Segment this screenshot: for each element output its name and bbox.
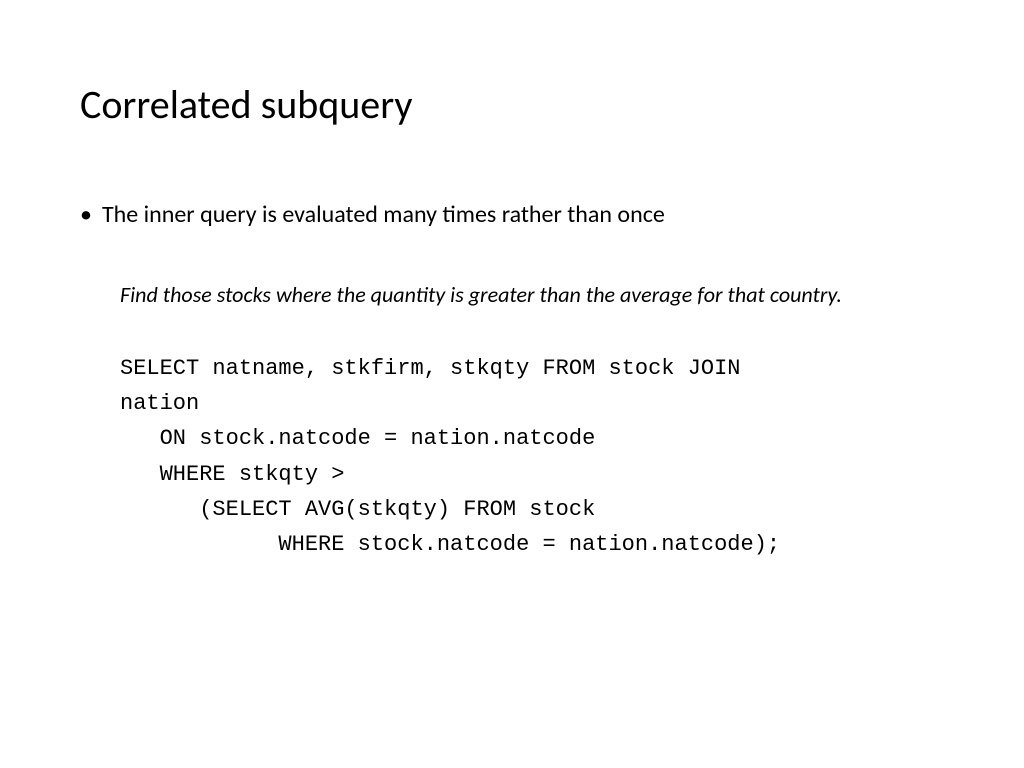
slide-title: Correlated subquery: [80, 80, 944, 129]
code-line-4: WHERE stkqty >: [120, 462, 344, 487]
code-line-3: ON stock.natcode = nation.natcode: [120, 426, 595, 451]
subtext-description: Find those stocks where the quantity is …: [120, 280, 884, 311]
bullet-item: • The inner query is evaluated many time…: [80, 199, 944, 230]
code-block: SELECT natname, stkfirm, stkqty FROM sto…: [120, 351, 904, 562]
code-line-5: (SELECT AVG(stkqty) FROM stock: [120, 497, 595, 522]
code-line-2: nation: [120, 391, 199, 416]
bullet-text: The inner query is evaluated many times …: [102, 199, 665, 230]
code-line-6: WHERE stock.natcode = nation.natcode);: [120, 532, 780, 557]
code-line-1: SELECT natname, stkfirm, stkqty FROM sto…: [120, 356, 741, 381]
bullet-marker: •: [80, 199, 92, 230]
